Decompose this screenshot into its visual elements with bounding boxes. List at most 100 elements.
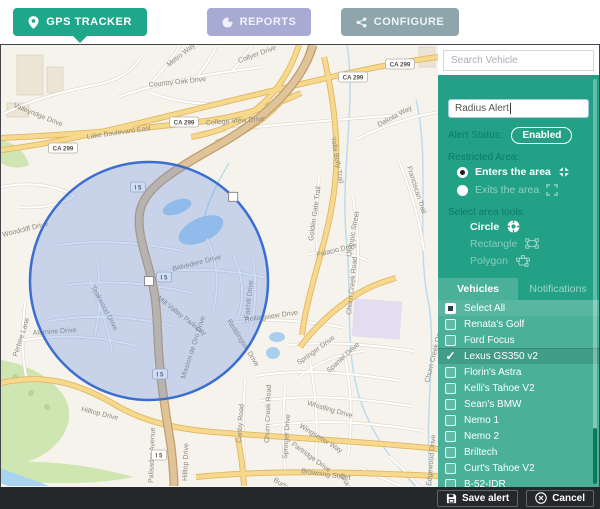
svg-text:CA 299: CA 299 xyxy=(174,119,195,126)
cancel-label: Cancel xyxy=(552,493,585,504)
vehicle-name: Florin's Astra xyxy=(464,367,521,378)
polygon-tool[interactable]: Polygon xyxy=(448,252,589,269)
footer-bar: Save alert Cancel xyxy=(0,487,600,509)
gps-tracker-nav-label: GPS TRACKER xyxy=(46,16,132,28)
alert-name-input[interactable]: Radius Alert xyxy=(448,99,589,118)
vehicle-list: Select All Renata's Golf Ford Focus ✓ Le… xyxy=(438,300,599,487)
vehicle-checkbox[interactable] xyxy=(445,415,456,426)
search-strip xyxy=(438,45,599,75)
map-pin-icon xyxy=(28,16,39,29)
vehicle-row[interactable]: Kelli's Tahoe V2 xyxy=(438,380,599,396)
select-all-checkbox[interactable] xyxy=(445,303,456,314)
reports-nav-label: REPORTS xyxy=(240,16,297,28)
cancel-button[interactable]: Cancel xyxy=(526,490,594,507)
panel-scrollbar-track[interactable] xyxy=(593,79,597,484)
vehicle-row[interactable]: ✓ Lexus GS350 v2 xyxy=(438,348,599,364)
vehicle-name: Ford Focus xyxy=(464,335,515,346)
panel-tabs: Vehicles Notifications xyxy=(438,278,599,300)
circle-tool-icon xyxy=(507,220,520,233)
vehicle-name: B-52-IDR xyxy=(464,479,506,488)
share-network-icon xyxy=(356,17,367,28)
vehicle-row[interactable]: Sean's BMW xyxy=(438,396,599,412)
svg-text:CA 299: CA 299 xyxy=(343,74,364,81)
alert-name-value: Radius Alert xyxy=(455,103,509,114)
alert-side-panel: Radius Alert Alert Status: Enabled Restr… xyxy=(438,45,599,487)
vehicle-row[interactable]: Curt's Tahoe V2 xyxy=(438,460,599,476)
vehicle-name: Renata's Golf xyxy=(464,319,524,330)
vehicle-checkbox[interactable] xyxy=(445,463,456,474)
panel-scrollbar-thumb[interactable] xyxy=(593,428,597,484)
vehicle-row[interactable]: Nemo 2 xyxy=(438,428,599,444)
exits-area-radio[interactable] xyxy=(457,185,468,196)
pie-chart-icon xyxy=(222,17,233,28)
exits-area-label: Exits the area xyxy=(475,184,539,196)
route-shield: CA 299 xyxy=(386,59,415,69)
expand-arrows-icon xyxy=(546,184,558,196)
vehicle-checkbox[interactable] xyxy=(445,479,456,488)
school-area xyxy=(352,298,403,339)
tree-icon xyxy=(44,404,50,410)
gps-tracker-nav-button[interactable]: GPS TRACKER xyxy=(13,8,147,36)
map-canvas[interactable]: Valleyridge DriveCountry Oak DriveMetro … xyxy=(1,45,438,486)
vehicle-checkbox[interactable]: ✓ xyxy=(445,351,456,362)
alert-status-label: Alert Status: xyxy=(448,130,502,141)
vehicle-checkbox[interactable] xyxy=(445,447,456,458)
compress-arrows-icon xyxy=(558,166,570,178)
circle-center-handle[interactable] xyxy=(145,277,154,286)
search-vehicle-input[interactable] xyxy=(443,50,594,71)
route-shield: CA 299 xyxy=(170,117,199,127)
vehicle-name: Lexus GS350 v2 xyxy=(464,351,538,362)
map-road-label: Hilltop Drive xyxy=(182,443,190,481)
save-alert-button[interactable]: Save alert xyxy=(437,490,518,507)
tab-vehicles[interactable]: Vehicles xyxy=(438,278,518,300)
vehicle-row[interactable]: Renata's Golf xyxy=(438,316,599,332)
svg-text:I 5: I 5 xyxy=(156,452,163,459)
route-shield: CA 299 xyxy=(339,72,368,82)
map-svg: Valleyridge DriveCountry Oak DriveMetro … xyxy=(1,45,438,486)
select-all-row[interactable]: Select All xyxy=(438,300,599,316)
configure-nav-label: CONFIGURE xyxy=(374,16,445,28)
vehicle-name: Nemo 1 xyxy=(464,415,499,426)
vehicle-name: Kelli's Tahoe V2 xyxy=(464,383,535,394)
cancel-circle-x-icon xyxy=(535,492,547,504)
enters-area-label: Enters the area xyxy=(475,166,551,178)
enters-area-option[interactable]: Enters the area xyxy=(448,163,589,181)
content-frame: Valleyridge DriveCountry Oak DriveMetro … xyxy=(0,44,600,487)
vehicle-checkbox[interactable] xyxy=(445,399,456,410)
tree-icon xyxy=(28,390,34,396)
polygon-tool-label: Polygon xyxy=(470,255,508,267)
save-alert-label: Save alert xyxy=(462,493,509,504)
vehicle-row[interactable]: Briltech xyxy=(438,444,599,460)
rectangle-tool[interactable]: Rectangle xyxy=(448,235,589,252)
vehicle-row[interactable]: Ford Focus xyxy=(438,332,599,348)
vehicle-name: Sean's BMW xyxy=(464,399,521,410)
circle-tool-label: Circle xyxy=(470,221,499,233)
restricted-area-label: Restricted Area: xyxy=(448,152,589,163)
area-tools-label: Select area tools: xyxy=(448,207,589,218)
circle-tool[interactable]: Circle xyxy=(448,218,589,235)
route-shield: I 5 xyxy=(152,450,167,460)
tab-notifications[interactable]: Notifications xyxy=(518,278,598,300)
rectangle-tool-label: Rectangle xyxy=(470,238,517,250)
vehicle-name: Nemo 2 xyxy=(464,431,499,442)
vehicle-row[interactable]: Nemo 1 xyxy=(438,412,599,428)
vehicle-checkbox[interactable] xyxy=(445,335,456,346)
svg-text:CA 299: CA 299 xyxy=(390,61,411,68)
gps-tracker-app: GPS TRACKER REPORTS CONFIGURE xyxy=(0,0,600,509)
svg-text:CA 299: CA 299 xyxy=(53,145,74,152)
vehicle-checkbox[interactable] xyxy=(445,383,456,394)
vehicle-checkbox[interactable] xyxy=(445,319,456,330)
enters-area-radio[interactable] xyxy=(457,167,468,178)
alert-status-toggle[interactable]: Enabled xyxy=(511,127,572,144)
vehicle-checkbox[interactable] xyxy=(445,367,456,378)
vehicle-name: Briltech xyxy=(464,447,497,458)
select-all-label: Select All xyxy=(464,303,505,314)
rectangle-tool-icon xyxy=(525,238,539,249)
reports-nav-button[interactable]: REPORTS xyxy=(207,8,311,36)
vehicle-checkbox[interactable] xyxy=(445,431,456,442)
vehicle-row[interactable]: B-52-IDR xyxy=(438,476,599,487)
configure-nav-button[interactable]: CONFIGURE xyxy=(341,8,459,36)
circle-edge-handle[interactable] xyxy=(229,192,238,201)
exits-area-option[interactable]: Exits the area xyxy=(448,181,589,199)
vehicle-row[interactable]: Florin's Astra xyxy=(438,364,599,380)
